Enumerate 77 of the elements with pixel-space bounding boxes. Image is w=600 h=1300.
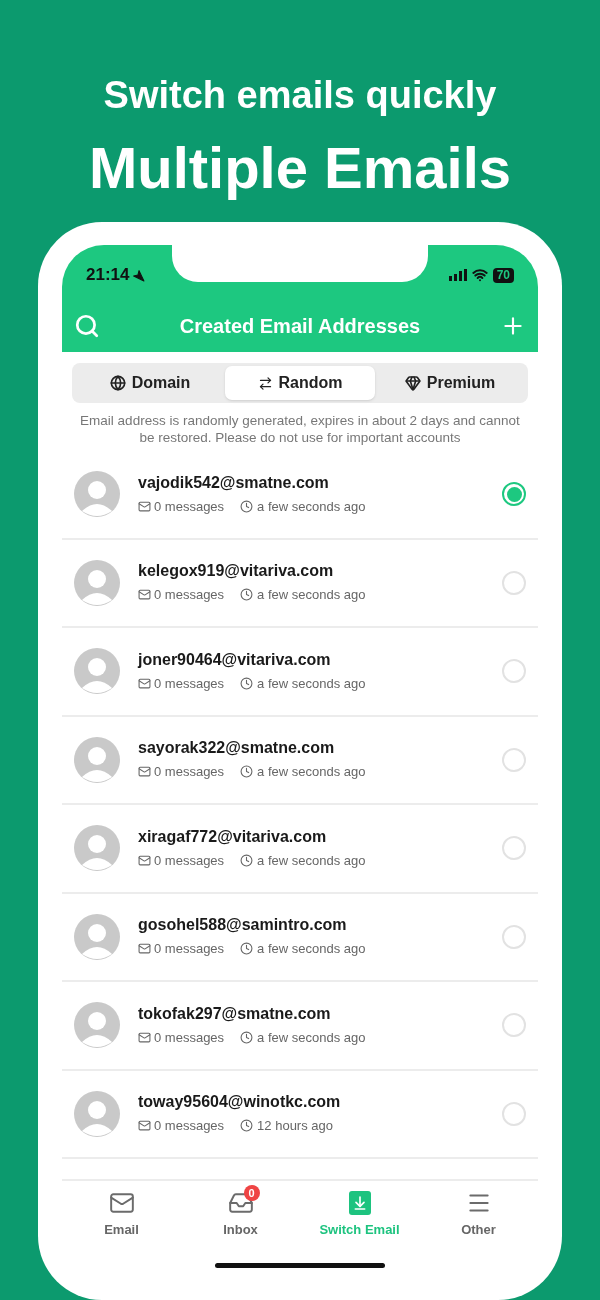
clock-icon (240, 499, 254, 513)
account-row[interactable]: sayorak322@smatne.com 0 messages a few seconds ago (62, 716, 538, 805)
mail-icon (138, 499, 151, 513)
message-count: 0 messages (154, 1117, 225, 1135)
created-time: a few seconds ago (257, 851, 366, 870)
message-count: 0 messages (154, 851, 225, 870)
clock-icon (240, 1119, 254, 1133)
battery-indicator: 70 (492, 267, 514, 283)
mail-icon (138, 853, 151, 867)
tab[interactable]: Premium (375, 366, 525, 400)
location-icon (132, 268, 146, 282)
nav-tab[interactable]: Other (419, 1188, 538, 1240)
email-address: vajodik542@smatne.com (138, 472, 330, 493)
mail-icon (138, 588, 151, 602)
message-count: 0 messages (154, 763, 225, 781)
globe-icon (109, 375, 126, 391)
mail-icon (138, 1030, 151, 1044)
subtitle: Switch emails quickly (103, 73, 497, 118)
swap-icon (257, 375, 273, 391)
avatar-icon (74, 648, 120, 695)
mail-icon (138, 1119, 151, 1133)
mail-icon (138, 942, 151, 956)
created-time: a few seconds ago (257, 674, 366, 693)
headline: Multiple Emails (88, 134, 512, 202)
created-time: a few seconds ago (257, 497, 366, 516)
notice-text: Email address is randomly generated, expires in about 2 days and cannot be restored. Please do not use for important accounts (79, 412, 521, 446)
message-count: 0 messages (154, 1028, 225, 1047)
signal-icon (448, 269, 467, 281)
download-icon (348, 1190, 371, 1215)
created-time: a few seconds ago (257, 586, 366, 604)
message-count: 0 messages (154, 940, 225, 958)
avatar-icon (74, 471, 120, 518)
message-count: 0 messages (154, 586, 225, 604)
message-count: 0 messages (154, 497, 225, 516)
account-row[interactable]: tokofak297@smatne.com 0 messages a few seconds ago (62, 982, 538, 1071)
clock-icon (240, 588, 254, 602)
created-time: a few seconds ago (257, 763, 366, 781)
search-button[interactable] (74, 313, 100, 339)
account-row[interactable]: joner90464@vitariva.com 0 messages a few seconds ago (62, 628, 538, 717)
clock-icon (240, 942, 254, 956)
avatar-icon (74, 825, 120, 872)
email-address: xiragaf772@vitariva.com (138, 826, 328, 847)
message-count: 0 messages (154, 674, 225, 693)
tab[interactable]: Random (225, 366, 375, 400)
account-row[interactable]: xiragaf772@vitariva.com 0 messages a few seconds ago (62, 805, 538, 894)
email-address: tokofak297@smatne.com (138, 1003, 332, 1024)
wifi-icon (471, 267, 488, 283)
clock-icon (240, 676, 254, 690)
avatar-icon (74, 913, 120, 960)
avatar-icon (74, 736, 120, 783)
account-row[interactable]: vajodik542@smatne.com 0 messages a few seconds ago (62, 451, 538, 540)
account-row[interactable]: toway95604@winotkc.com 0 messages 12 hours ago (62, 1070, 538, 1159)
mail-icon (138, 676, 151, 690)
email-address: toway95604@winotkc.com (138, 1092, 342, 1112)
clock-icon (240, 765, 254, 779)
mail-icon (138, 765, 151, 779)
badge: 0 (243, 1184, 260, 1201)
clock-icon (240, 1030, 254, 1044)
created-time: 12 hours ago (257, 1117, 333, 1135)
status-time: 21:14 (86, 264, 130, 287)
clock-icon (240, 853, 254, 867)
gem-icon (404, 375, 421, 391)
nav-tab[interactable]: Email (62, 1188, 181, 1240)
header-title: Created Email Addresses (179, 314, 421, 339)
email-address: gosohel588@samintro.com (138, 915, 348, 935)
email-address: kelegox919@vitariva.com (138, 561, 335, 581)
avatar-icon (74, 1090, 120, 1137)
email-address: sayorak322@smatne.com (138, 738, 336, 758)
created-time: a few seconds ago (257, 940, 366, 958)
created-time: a few seconds ago (257, 1028, 366, 1047)
radio-button[interactable] (502, 482, 526, 507)
email-address: joner90464@vitariva.com (138, 649, 332, 670)
avatar-icon (74, 559, 120, 606)
account-row[interactable]: gosohel588@samintro.com 0 messages a few seconds ago (62, 893, 538, 982)
tab[interactable]: Domain (75, 366, 225, 400)
account-row[interactable]: kelegox919@vitariva.com 0 messages a few seconds ago (62, 539, 538, 628)
avatar-icon (74, 1002, 120, 1049)
